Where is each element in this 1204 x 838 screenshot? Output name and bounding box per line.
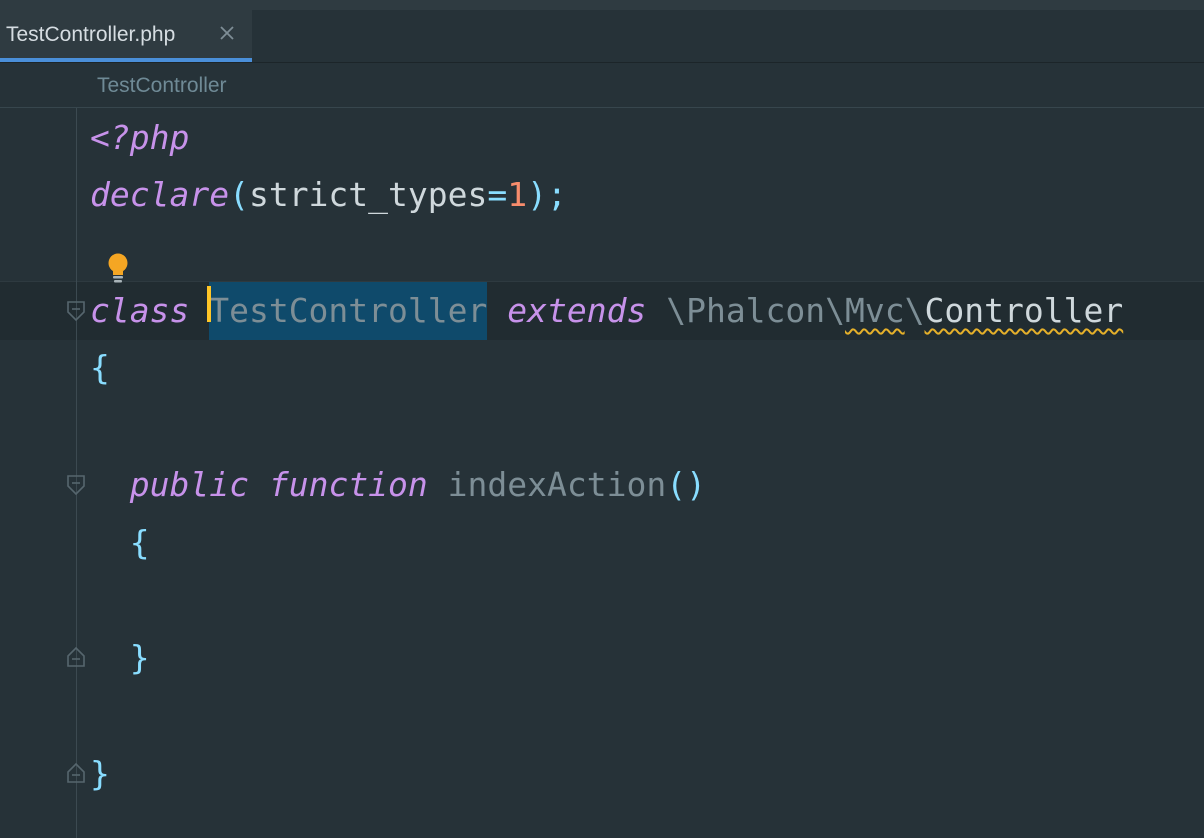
- breadcrumb-item-class[interactable]: TestController: [97, 74, 227, 98]
- keyword-declare: declare: [90, 175, 230, 214]
- code-line-5: public function indexAction(): [90, 465, 706, 505]
- lightbulb-icon[interactable]: [104, 252, 132, 284]
- tab-testcontroller[interactable]: TestController.php: [0, 10, 252, 62]
- keyword-extends: extends: [507, 291, 647, 330]
- keyword-public: public: [129, 465, 249, 504]
- number-literal: 1: [507, 175, 528, 214]
- text-caret: [207, 286, 212, 322]
- directive-name: strict_types: [248, 175, 488, 214]
- namespace-separator: \: [825, 291, 846, 330]
- code-line-1: <?php: [90, 118, 189, 158]
- close-paren-semicolon: );: [527, 175, 567, 214]
- keyword-function: function: [268, 465, 428, 504]
- class-name: TestController: [209, 291, 488, 330]
- equals-sign: =: [487, 175, 508, 214]
- method-parens: (): [666, 465, 706, 504]
- method-close-brace: }: [129, 638, 150, 677]
- close-icon[interactable]: [216, 22, 238, 44]
- namespace-mvc: Mvc: [845, 291, 905, 330]
- fold-marker-icon[interactable]: [66, 762, 86, 784]
- editor-tab-bar: TestController.php: [0, 10, 1204, 63]
- method-open-brace: {: [129, 523, 150, 562]
- code-editor[interactable]: <?php declare(strict_types=1); class Tes…: [0, 108, 1204, 838]
- fold-marker-icon[interactable]: [66, 474, 86, 496]
- namespace-separator: \: [904, 291, 925, 330]
- breadcrumb: TestController: [0, 63, 1204, 108]
- selected-class-name[interactable]: TestController: [207, 282, 488, 340]
- method-name: indexAction: [447, 465, 667, 504]
- code-line-7: }: [90, 638, 150, 678]
- code-line-4: {: [90, 348, 110, 388]
- ide-window: TestController.php TestController <?php …: [0, 0, 1204, 838]
- code-line-8: }: [90, 754, 110, 794]
- code-line-6: {: [90, 523, 150, 563]
- namespace-separator: \: [666, 291, 687, 330]
- open-paren: (: [229, 175, 249, 214]
- tab-label: TestController.php: [6, 23, 176, 46]
- active-tab-indicator: [0, 58, 252, 62]
- namespace-phalcon: Phalcon: [686, 291, 826, 330]
- class-close-brace: }: [90, 754, 110, 793]
- code-line-2: declare(strict_types=1);: [90, 175, 567, 215]
- fold-marker-icon[interactable]: [66, 300, 86, 322]
- fold-marker-icon[interactable]: [66, 646, 86, 668]
- class-open-brace: {: [90, 348, 110, 387]
- php-open-tag: <?php: [90, 118, 190, 157]
- gutter-divider: [76, 108, 77, 838]
- parent-class: Controller: [924, 291, 1124, 330]
- keyword-class: class: [90, 291, 190, 330]
- code-line-3: class TestController extends \Phalcon\Mv…: [90, 282, 1124, 340]
